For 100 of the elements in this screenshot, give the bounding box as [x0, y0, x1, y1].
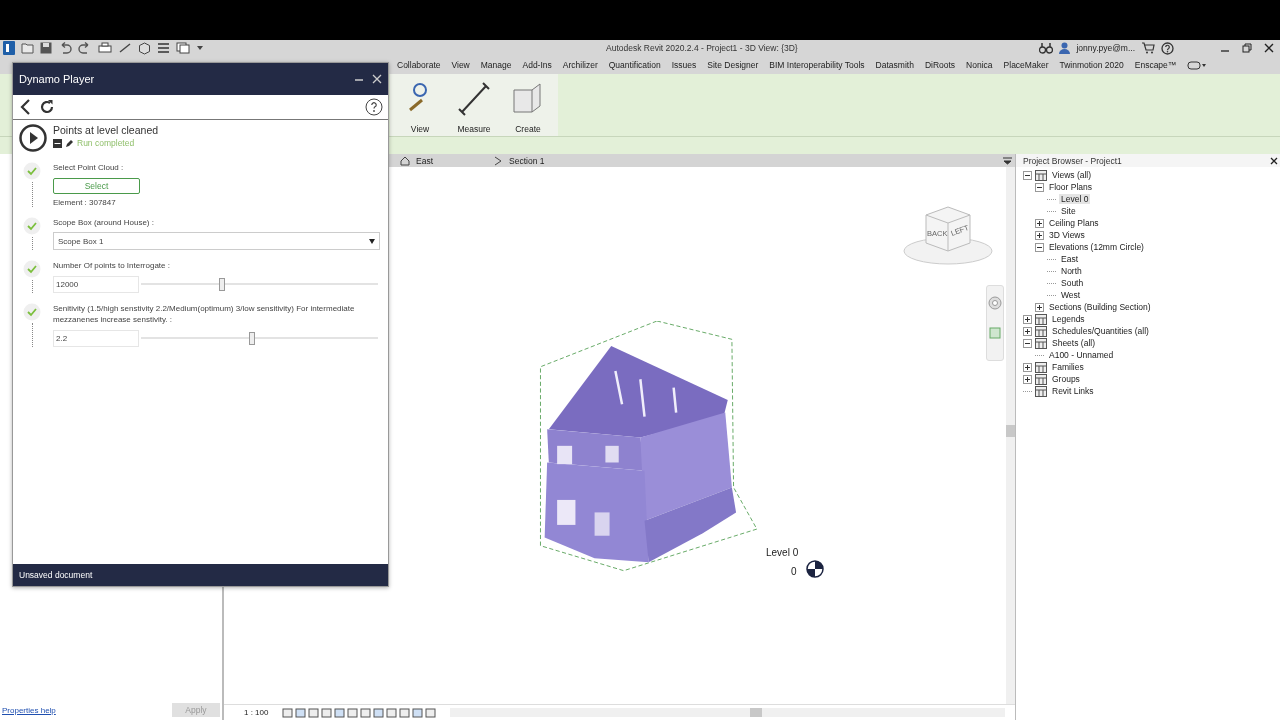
- tree-item[interactable]: Ceiling Plans: [1047, 218, 1101, 228]
- pencil-icon[interactable]: [65, 138, 74, 148]
- level-label: Level 0: [765, 547, 800, 558]
- ribbon-options-icon[interactable]: [1187, 60, 1208, 70]
- ribbon-tab[interactable]: Quantification: [608, 60, 661, 70]
- tree-item[interactable]: Revit Links: [1050, 386, 1096, 396]
- help-icon[interactable]: [1161, 41, 1174, 55]
- refresh-icon[interactable]: [39, 99, 55, 115]
- caret-icon[interactable]: [196, 44, 204, 52]
- collapse-toggle[interactable]: [1023, 338, 1032, 348]
- ribbon-tab[interactable]: Add-Ins: [522, 60, 552, 70]
- expand-toggle[interactable]: [1023, 314, 1032, 324]
- tree-item[interactable]: South: [1059, 278, 1086, 288]
- ribbon-tab[interactable]: Collaborate: [397, 60, 441, 70]
- slider-thumb[interactable]: [218, 277, 225, 291]
- panel-label: Measure: [457, 124, 491, 134]
- play-icon[interactable]: [19, 124, 47, 152]
- tree-item[interactable]: Elevations (12mm Circle): [1047, 242, 1146, 252]
- tree-item[interactable]: Schedules/Quantities (all): [1050, 326, 1151, 336]
- open-icon[interactable]: [21, 42, 34, 54]
- binoculars-icon[interactable]: [1039, 42, 1054, 54]
- view-scale[interactable]: 1 : 100: [244, 708, 269, 717]
- slider-thumb[interactable]: [249, 331, 256, 345]
- ribbon-tab[interactable]: Datasmith: [875, 60, 914, 70]
- ribbon-tab[interactable]: Enscape™: [1134, 60, 1177, 70]
- tree-item[interactable]: Level 0: [1059, 194, 1091, 204]
- collapse-toggle[interactable]: [1035, 242, 1044, 252]
- cart-icon[interactable]: [1141, 42, 1155, 54]
- ribbon-tab[interactable]: Manage: [480, 60, 512, 70]
- view-control-icon[interactable]: [282, 707, 294, 718]
- caret-icon: [369, 238, 375, 244]
- print-icon[interactable]: [98, 42, 112, 54]
- tree-item[interactable]: A100 - Unnamed: [1047, 350, 1116, 360]
- ribbon-tab[interactable]: Archilizer: [562, 60, 598, 70]
- number-field[interactable]: 12000: [53, 275, 139, 293]
- ribbon-tab[interactable]: View: [451, 60, 470, 70]
- expand-toggle[interactable]: [1023, 326, 1032, 336]
- tree-item[interactable]: Floor Plans: [1047, 182, 1094, 192]
- close-icon[interactable]: [1264, 43, 1274, 53]
- tree-item[interactable]: Sections (Building Section): [1047, 302, 1153, 312]
- menu-icon[interactable]: [1003, 157, 1012, 165]
- expand-toggle[interactable]: [1035, 218, 1044, 228]
- document-tab[interactable]: Section 1: [493, 155, 545, 166]
- tree-item[interactable]: Site: [1059, 206, 1078, 216]
- view-control-icon[interactable]: [308, 707, 320, 718]
- ribbon-tab[interactable]: Issues: [671, 60, 697, 70]
- house-icon: [400, 155, 410, 166]
- tree-item[interactable]: West: [1059, 290, 1083, 300]
- ribbon-tab[interactable]: DiRoots: [924, 60, 956, 70]
- view-control-icon[interactable]: [295, 707, 307, 718]
- collapse-toggle[interactable]: [1023, 170, 1032, 180]
- horizontal-scrollbar[interactable]: [450, 708, 1005, 717]
- input-label: Senitivity (1.5/high senstivity 2.2/Medium(optimum) 3/low sensitivity) For intermediate mezzanenes increase senstivity. :: [53, 302, 356, 326]
- tree-item[interactable]: Views (all): [1050, 170, 1094, 180]
- expand-toggle[interactable]: [1023, 362, 1032, 372]
- number-field[interactable]: 2.2: [53, 329, 139, 347]
- select-button[interactable]: Select: [53, 177, 140, 194]
- tree-item[interactable]: Families: [1050, 362, 1086, 372]
- view-control-icon[interactable]: [425, 707, 437, 718]
- view-control-icon[interactable]: [334, 707, 346, 718]
- view-control-icon[interactable]: [399, 707, 411, 718]
- user-name[interactable]: jonny.pye@m...: [1076, 43, 1135, 53]
- tree-item[interactable]: 3D Views: [1047, 230, 1087, 240]
- window-icon[interactable]: [176, 42, 190, 54]
- ribbon-tab[interactable]: PlaceMaker: [1003, 60, 1049, 70]
- view-control-icon[interactable]: [373, 707, 385, 718]
- help-icon[interactable]: [365, 98, 383, 116]
- tree-item[interactable]: North: [1059, 266, 1084, 276]
- list-icon[interactable]: [157, 42, 170, 54]
- view-control-icon[interactable]: [386, 707, 398, 718]
- user-icon[interactable]: [1059, 42, 1071, 54]
- view-control-icon[interactable]: [321, 707, 333, 718]
- ribbon-tab[interactable]: BIM Interoperability Tools: [769, 60, 865, 70]
- expand-toggle[interactable]: [1023, 374, 1032, 384]
- document-tab[interactable]: East: [400, 155, 433, 166]
- ribbon-tab[interactable]: Nonica: [966, 60, 993, 70]
- expand-toggle[interactable]: [1035, 302, 1044, 312]
- dropdown[interactable]: Scope Box 1: [53, 232, 380, 251]
- expand-toggle[interactable]: [1035, 230, 1044, 240]
- view-control-icon[interactable]: [360, 707, 372, 718]
- properties-help-link[interactable]: Properties help: [2, 705, 56, 715]
- tree-item[interactable]: Legends: [1050, 314, 1087, 324]
- view-control-icon[interactable]: [412, 707, 424, 718]
- restore-icon[interactable]: [1242, 43, 1252, 53]
- measure-icon[interactable]: [118, 42, 132, 54]
- tree-item[interactable]: Sheets (all): [1050, 338, 1097, 348]
- section-icon: [493, 155, 503, 166]
- ribbon-tab[interactable]: Site Designer: [707, 60, 759, 70]
- save-icon[interactable]: [40, 42, 52, 54]
- back-icon[interactable]: [19, 99, 31, 115]
- collapse-toggle[interactable]: [1035, 182, 1044, 192]
- ribbon-tab[interactable]: Twinmotion 2020: [1059, 60, 1124, 70]
- tree-item[interactable]: East: [1059, 254, 1080, 264]
- view-control-icon[interactable]: [347, 707, 359, 718]
- level-elevation: 0: [791, 566, 797, 577]
- close-icon[interactable]: [1270, 156, 1278, 165]
- app-logo-icon[interactable]: [3, 41, 15, 55]
- file-icon[interactable]: [53, 138, 62, 148]
- tree-item[interactable]: Groups: [1050, 374, 1082, 384]
- vertical-scrollbar[interactable]: [1006, 167, 1015, 704]
